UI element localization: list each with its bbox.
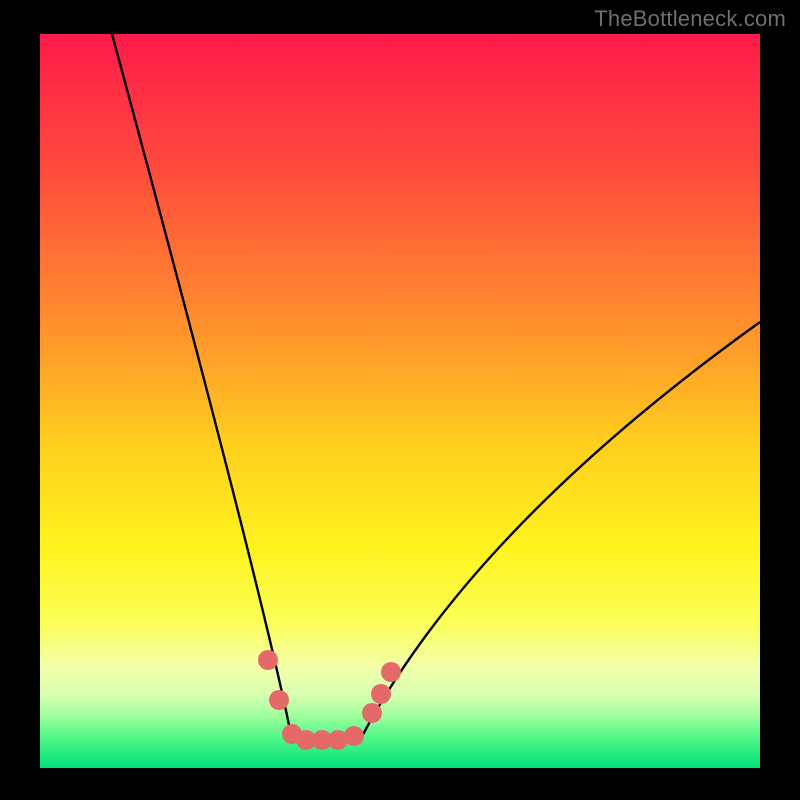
plot-background bbox=[40, 34, 760, 768]
data-point-marker bbox=[381, 662, 401, 682]
data-point-marker bbox=[269, 690, 289, 710]
data-point-marker bbox=[258, 650, 278, 670]
data-point-marker bbox=[362, 703, 382, 723]
bottleneck-chart bbox=[0, 0, 800, 800]
watermark-text: TheBottleneck.com bbox=[594, 6, 786, 32]
chart-frame: TheBottleneck.com bbox=[0, 0, 800, 800]
data-point-marker bbox=[344, 726, 364, 746]
data-point-marker bbox=[371, 684, 391, 704]
